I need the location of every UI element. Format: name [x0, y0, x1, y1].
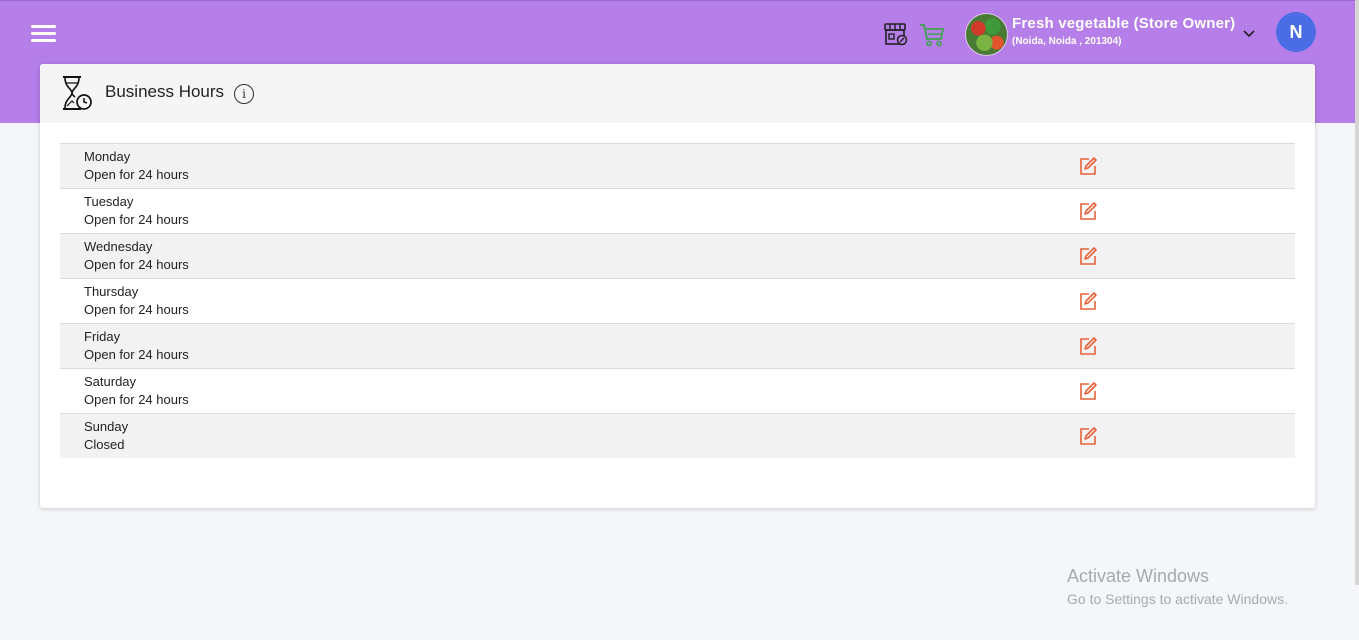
hours-status: Closed [84, 437, 125, 452]
edit-icon[interactable] [1078, 381, 1098, 401]
chevron-down-icon[interactable] [1241, 25, 1257, 41]
activate-windows-subtitle: Go to Settings to activate Windows. [1067, 591, 1288, 607]
day-label: Tuesday [84, 194, 134, 209]
list-item: Sunday Closed [60, 413, 1295, 458]
day-label: Friday [84, 329, 121, 344]
store-name[interactable]: Fresh vegetable (Store Owner) [1012, 15, 1235, 32]
info-icon[interactable]: i [234, 84, 254, 104]
list-item: Monday Open for 24 hours [60, 143, 1295, 188]
day-label: Saturday [84, 374, 137, 389]
business-hours-card: Business Hours i Monday Open for 24 hour… [40, 64, 1315, 508]
edit-icon[interactable] [1078, 156, 1098, 176]
business-hours-list: Monday Open for 24 hours Tuesday Open fo… [60, 143, 1295, 458]
user-avatar[interactable]: N [1276, 12, 1316, 52]
hours-status: Open for 24 hours [84, 302, 189, 317]
hours-status: Open for 24 hours [84, 257, 189, 272]
store-avatar[interactable] [965, 13, 1008, 56]
card-header: Business Hours i [40, 64, 1315, 123]
menu-icon[interactable] [31, 23, 57, 43]
hourglass-icon [63, 76, 92, 110]
hours-status: Open for 24 hours [84, 392, 189, 407]
scrollbar[interactable] [1355, 0, 1359, 585]
store-icon[interactable] [882, 20, 910, 48]
edit-icon[interactable] [1078, 291, 1098, 311]
list-item: Friday Open for 24 hours [60, 323, 1295, 368]
edit-icon[interactable] [1078, 426, 1098, 446]
day-label: Sunday [84, 419, 129, 434]
hours-status: Open for 24 hours [84, 167, 189, 182]
edit-icon[interactable] [1078, 201, 1098, 221]
edit-icon[interactable] [1078, 336, 1098, 356]
hours-status: Open for 24 hours [84, 212, 189, 227]
day-label: Monday [84, 149, 131, 164]
list-item: Saturday Open for 24 hours [60, 368, 1295, 413]
activate-windows-title: Activate Windows [1067, 566, 1210, 586]
hours-status: Open for 24 hours [84, 347, 189, 362]
card-title: Business Hours [105, 82, 225, 101]
list-item: Tuesday Open for 24 hours [60, 188, 1295, 233]
store-location: (Noida, Noida , 201304) [1012, 36, 1122, 47]
list-item: Thursday Open for 24 hours [60, 278, 1295, 323]
cart-icon[interactable] [918, 20, 946, 48]
edit-icon[interactable] [1078, 246, 1098, 266]
day-label: Thursday [84, 284, 139, 299]
list-item: Wednesday Open for 24 hours [60, 233, 1295, 278]
day-label: Wednesday [84, 239, 153, 254]
